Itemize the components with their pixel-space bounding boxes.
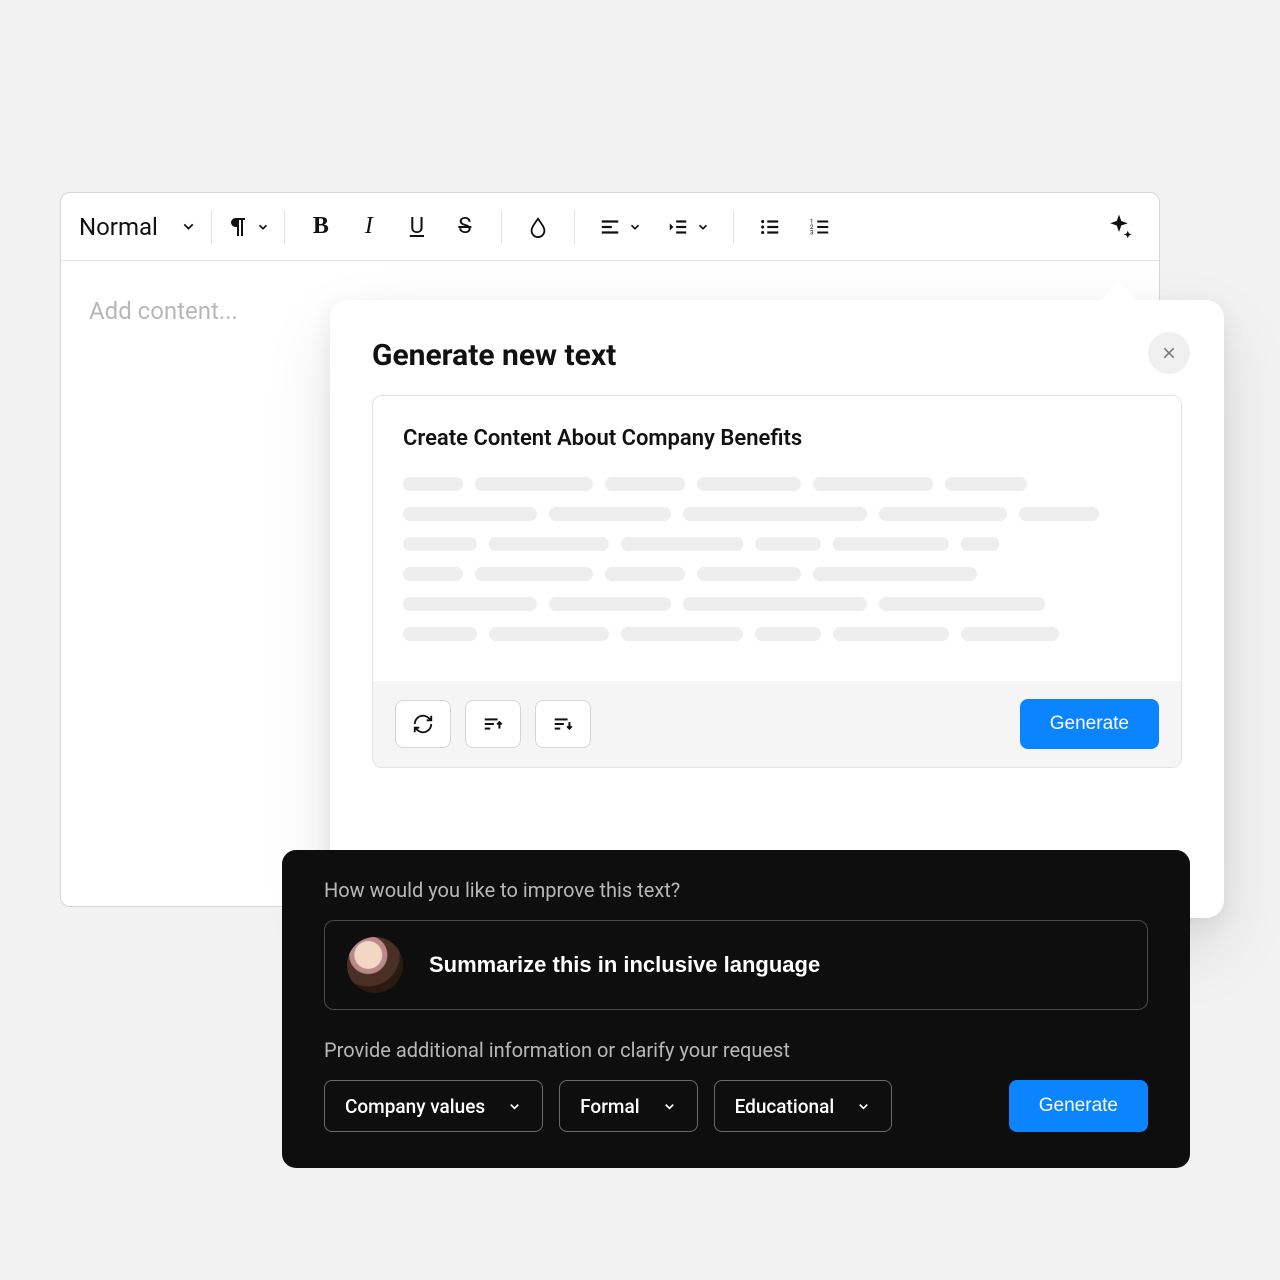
chevron-down-icon	[256, 220, 270, 234]
toolbar-divider	[284, 210, 285, 244]
svg-text:1: 1	[810, 217, 814, 225]
lengthen-button[interactable]	[535, 700, 591, 748]
paragraph-format-button[interactable]	[226, 205, 270, 249]
chip-label: Formal	[580, 1095, 639, 1118]
dialog-title: Generate new text	[372, 338, 1182, 373]
toolbar-divider	[501, 210, 502, 244]
improve-clarify-label: Provide additional information or clarif…	[324, 1038, 1148, 1062]
toolbar-divider	[211, 210, 212, 244]
improve-input[interactable]	[429, 952, 1125, 978]
svg-text:2: 2	[810, 222, 814, 230]
chevron-down-icon	[180, 218, 197, 235]
improve-input-row[interactable]	[324, 920, 1148, 1010]
improve-text-panel: How would you like to improve this text?…	[282, 850, 1190, 1168]
chip-label: Educational	[735, 1095, 835, 1118]
generate-text-dialog: Generate new text Create Content About C…	[330, 300, 1224, 918]
avatar	[347, 937, 403, 993]
tone-chip[interactable]: Formal	[559, 1080, 697, 1132]
chevron-down-icon	[662, 1099, 677, 1114]
toolbar-divider	[574, 210, 575, 244]
indent-button[interactable]	[657, 205, 719, 249]
improve-chips-row: Company values Formal Educational Genera…	[324, 1080, 1148, 1132]
chevron-down-icon	[696, 220, 710, 234]
improve-question-label: How would you like to improve this text?	[324, 878, 1148, 902]
close-button[interactable]	[1148, 332, 1190, 374]
strikethrough-button[interactable]: S	[443, 205, 487, 249]
style-chip[interactable]: Educational	[714, 1080, 893, 1132]
numbered-list-button[interactable]: 1 2 3	[798, 205, 842, 249]
chevron-down-icon	[507, 1099, 522, 1114]
svg-text:3: 3	[810, 228, 814, 236]
loading-skeleton	[403, 477, 1151, 641]
generate-actions-row: Generate	[373, 681, 1181, 767]
shorten-button[interactable]	[465, 700, 521, 748]
topic-chip[interactable]: Company values	[324, 1080, 543, 1132]
ai-sparkle-button[interactable]	[1097, 205, 1141, 249]
text-format-group: B I U S	[299, 205, 487, 249]
chevron-down-icon	[628, 220, 642, 234]
italic-button[interactable]: I	[347, 205, 391, 249]
generate-button[interactable]: Generate	[1020, 699, 1159, 749]
text-color-button[interactable]	[516, 205, 560, 249]
bold-button[interactable]: B	[299, 205, 343, 249]
generate-prompt-text: Create Content About Company Benefits	[403, 426, 1151, 451]
chevron-down-icon	[856, 1099, 871, 1114]
editor-toolbar: Normal B I U S	[61, 193, 1159, 261]
toolbar-divider	[733, 210, 734, 244]
regenerate-button[interactable]	[395, 700, 451, 748]
underline-button[interactable]: U	[395, 205, 439, 249]
paragraph-style-select[interactable]: Normal	[79, 213, 197, 241]
generate-result-box: Create Content About Company Benefits	[372, 395, 1182, 768]
bulleted-list-button[interactable]	[748, 205, 792, 249]
align-button[interactable]	[589, 205, 651, 249]
improve-generate-button[interactable]: Generate	[1009, 1080, 1148, 1132]
editor-placeholder: Add content...	[89, 297, 238, 325]
paragraph-style-label: Normal	[79, 213, 158, 241]
chip-label: Company values	[345, 1095, 485, 1118]
